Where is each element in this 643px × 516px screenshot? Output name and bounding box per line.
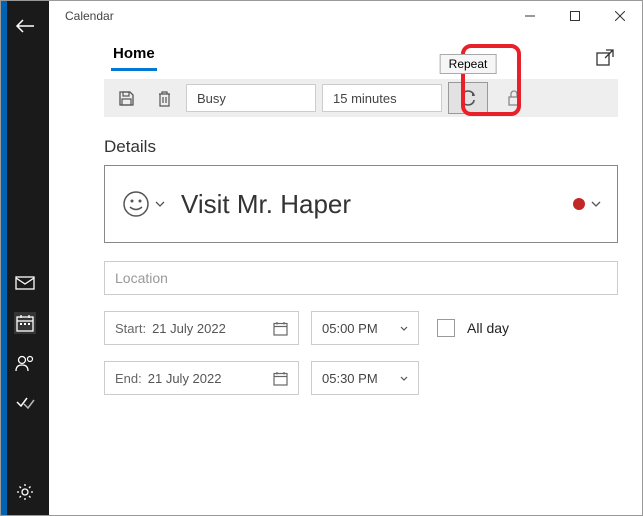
event-title-box: Visit Mr. Haper bbox=[104, 165, 618, 243]
calendar-rail-icon[interactable] bbox=[14, 312, 36, 334]
end-date-field[interactable]: End: 21 July 2022 bbox=[104, 361, 299, 395]
chevron-down-icon bbox=[400, 376, 408, 381]
toolbar: Busy 15 minutes Repeat bbox=[104, 79, 618, 117]
end-row: End: 21 July 2022 05:30 PM bbox=[104, 361, 618, 395]
chevron-down-icon bbox=[400, 326, 408, 331]
people-icon[interactable] bbox=[14, 352, 36, 374]
titlebar: Calendar bbox=[49, 1, 642, 31]
settings-icon[interactable] bbox=[14, 481, 36, 503]
repeat-tooltip: Repeat bbox=[440, 54, 497, 74]
repeat-button[interactable] bbox=[448, 82, 488, 114]
save-button[interactable] bbox=[110, 83, 142, 113]
event-name-input[interactable]: Visit Mr. Haper bbox=[181, 189, 573, 220]
smiley-icon bbox=[121, 189, 151, 219]
start-row: Start: 21 July 2022 05:00 PM All day bbox=[104, 311, 618, 345]
chevron-down-icon bbox=[591, 201, 601, 207]
chevron-down-icon bbox=[155, 201, 165, 207]
start-date-field[interactable]: Start: 21 July 2022 bbox=[104, 311, 299, 345]
start-label: Start: bbox=[115, 321, 146, 336]
emoji-picker[interactable] bbox=[121, 189, 165, 219]
minimize-button[interactable] bbox=[507, 1, 552, 31]
status-select[interactable]: Busy bbox=[186, 84, 316, 112]
reminder-value: 15 minutes bbox=[333, 91, 397, 106]
start-date-value: 21 July 2022 bbox=[152, 321, 226, 336]
window-title: Calendar bbox=[65, 9, 114, 23]
private-button[interactable] bbox=[498, 83, 530, 113]
tab-strip: Home bbox=[49, 31, 642, 71]
end-time-field[interactable]: 05:30 PM bbox=[311, 361, 419, 395]
start-time-field[interactable]: 05:00 PM bbox=[311, 311, 419, 345]
delete-button[interactable] bbox=[148, 83, 180, 113]
maximize-button[interactable] bbox=[552, 1, 597, 31]
app-rail bbox=[1, 1, 49, 515]
content-pane: Calendar Home Busy 1 bbox=[49, 1, 642, 515]
reminder-select[interactable]: 15 minutes bbox=[322, 84, 442, 112]
category-picker[interactable] bbox=[573, 198, 601, 210]
category-color-dot bbox=[573, 198, 585, 210]
todo-icon[interactable] bbox=[14, 392, 36, 414]
end-date-value: 21 July 2022 bbox=[148, 371, 222, 386]
mail-icon[interactable] bbox=[14, 272, 36, 294]
allday-checkbox[interactable] bbox=[437, 319, 455, 337]
location-input[interactable]: Location bbox=[104, 261, 618, 295]
end-time-value: 05:30 PM bbox=[322, 371, 378, 386]
close-button[interactable] bbox=[597, 1, 642, 31]
calendar-icon bbox=[273, 321, 288, 336]
start-time-value: 05:00 PM bbox=[322, 321, 378, 336]
calendar-icon bbox=[273, 371, 288, 386]
allday-label: All day bbox=[467, 320, 509, 336]
back-button[interactable] bbox=[15, 19, 35, 33]
end-label: End: bbox=[115, 371, 142, 386]
status-value: Busy bbox=[197, 91, 226, 106]
details-heading: Details bbox=[104, 137, 618, 157]
tab-home[interactable]: Home bbox=[111, 41, 157, 71]
location-placeholder: Location bbox=[115, 270, 168, 286]
popout-button[interactable] bbox=[592, 45, 618, 71]
